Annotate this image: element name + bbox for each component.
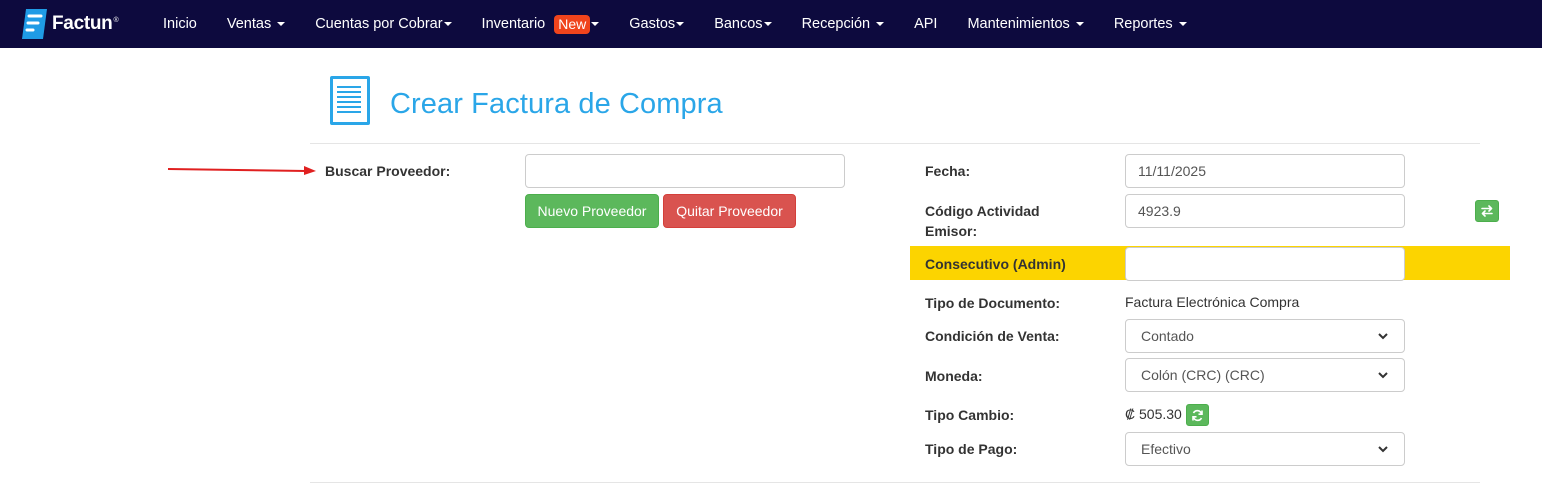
consecutivo-input[interactable] xyxy=(1125,247,1405,281)
codigo-actividad-label: Código Actividad xyxy=(925,203,1040,219)
nav-item-ventas[interactable]: Ventas xyxy=(212,0,300,48)
brand-logo[interactable]: Factun ® xyxy=(20,0,130,48)
caret-down-icon xyxy=(1178,22,1187,26)
nav-label: Bancos xyxy=(714,16,763,32)
nav-item-inicio[interactable]: Inicio xyxy=(148,0,212,48)
condicion-venta-selected: Contado xyxy=(1141,328,1194,344)
refresh-exchange-button[interactable] xyxy=(1186,404,1209,426)
caret-down-icon xyxy=(763,22,772,26)
caret-down-icon xyxy=(277,22,286,26)
tipo-cambio-value: ₡ 505.30 xyxy=(1125,406,1182,422)
brand-name: Factun xyxy=(52,13,113,34)
nav-item-inventario[interactable]: Inventario New xyxy=(467,0,615,48)
codigo-actividad-input[interactable]: 4923.9 xyxy=(1125,194,1405,228)
fecha-label: Fecha: xyxy=(925,163,971,179)
swap-arrows-icon xyxy=(1481,205,1493,217)
brand-registered-mark: ® xyxy=(113,16,119,24)
nav-label: Reportes xyxy=(1113,16,1173,32)
chevron-down-icon xyxy=(1378,333,1388,340)
moneda-selected: Colón (CRC) (CRC) xyxy=(1141,367,1265,383)
caret-down-icon xyxy=(876,22,885,26)
fecha-input[interactable]: 11/11/2025 xyxy=(1125,154,1405,188)
tipo-pago-selected: Efectivo xyxy=(1141,441,1191,457)
nav-item-api[interactable]: API xyxy=(899,0,952,48)
caret-down-icon xyxy=(676,22,685,26)
condicion-venta-select[interactable]: Contado xyxy=(1125,319,1405,353)
moneda-label: Moneda: xyxy=(925,368,983,384)
nav-item-bancos[interactable]: Bancos xyxy=(699,0,786,48)
nav-label: API xyxy=(914,16,938,32)
caret-down-icon xyxy=(443,22,452,26)
quitar-proveedor-button[interactable]: Quitar Proveedor xyxy=(663,194,796,228)
nav-item-reportes[interactable]: Reportes xyxy=(1099,0,1202,48)
nav-label: Mantenimientos xyxy=(967,16,1070,32)
nuevo-proveedor-button[interactable]: Nuevo Proveedor xyxy=(525,194,659,228)
tipo-pago-select[interactable]: Efectivo xyxy=(1125,432,1405,466)
codigo-actividad-label-line2: Emisor: xyxy=(925,223,978,239)
nav-label: Recepción xyxy=(801,16,871,32)
main-nav: Inicio Ventas Cuentas por Cobrar Inventa… xyxy=(148,0,1202,48)
moneda-select[interactable]: Colón (CRC) (CRC) xyxy=(1125,358,1405,392)
page-header: Crear Factura de Compra xyxy=(310,66,1480,144)
buscar-proveedor-input[interactable] xyxy=(525,154,845,188)
factun-logo-icon xyxy=(22,9,47,39)
tipo-documento-label: Tipo de Documento: xyxy=(925,295,1061,311)
red-arrow-annotation xyxy=(167,166,316,175)
buscar-proveedor-label: Buscar Proveedor: xyxy=(325,163,451,179)
nav-label: Inicio xyxy=(163,16,197,32)
nav-item-mantenimientos[interactable]: Mantenimientos xyxy=(952,0,1098,48)
top-navbar: Factun ® Inicio Ventas Cuentas por Cobrar… xyxy=(0,0,1542,48)
page-title: Crear Factura de Compra xyxy=(390,88,723,120)
condicion-venta-label: Condición de Venta: xyxy=(925,328,1060,344)
tipo-cambio-label: Tipo Cambio: xyxy=(925,407,1015,423)
new-badge: New xyxy=(554,14,591,34)
nav-item-gastos[interactable]: Gastos xyxy=(614,0,699,48)
caret-down-icon xyxy=(1075,22,1084,26)
nav-label: Inventario xyxy=(481,16,546,32)
tipo-pago-label: Tipo de Pago: xyxy=(925,441,1018,457)
document-list-icon xyxy=(330,76,370,125)
consecutivo-label: Consecutivo (Admin) xyxy=(925,256,1066,272)
refresh-icon xyxy=(1192,409,1203,421)
tipo-documento-value: Factura Electrónica Compra xyxy=(1125,294,1300,310)
caret-down-icon xyxy=(591,22,600,26)
nav-item-cuentas-por-cobrar[interactable]: Cuentas por Cobrar xyxy=(300,0,466,48)
section-divider xyxy=(310,482,1480,483)
nav-item-recepcion[interactable]: Recepción xyxy=(787,0,900,48)
nav-label: Ventas xyxy=(226,16,272,32)
nav-label: Gastos xyxy=(629,16,676,32)
chevron-down-icon xyxy=(1378,446,1388,453)
chevron-down-icon xyxy=(1378,372,1388,379)
swap-activity-button[interactable] xyxy=(1475,200,1499,222)
nav-label: Cuentas por Cobrar xyxy=(315,16,443,32)
